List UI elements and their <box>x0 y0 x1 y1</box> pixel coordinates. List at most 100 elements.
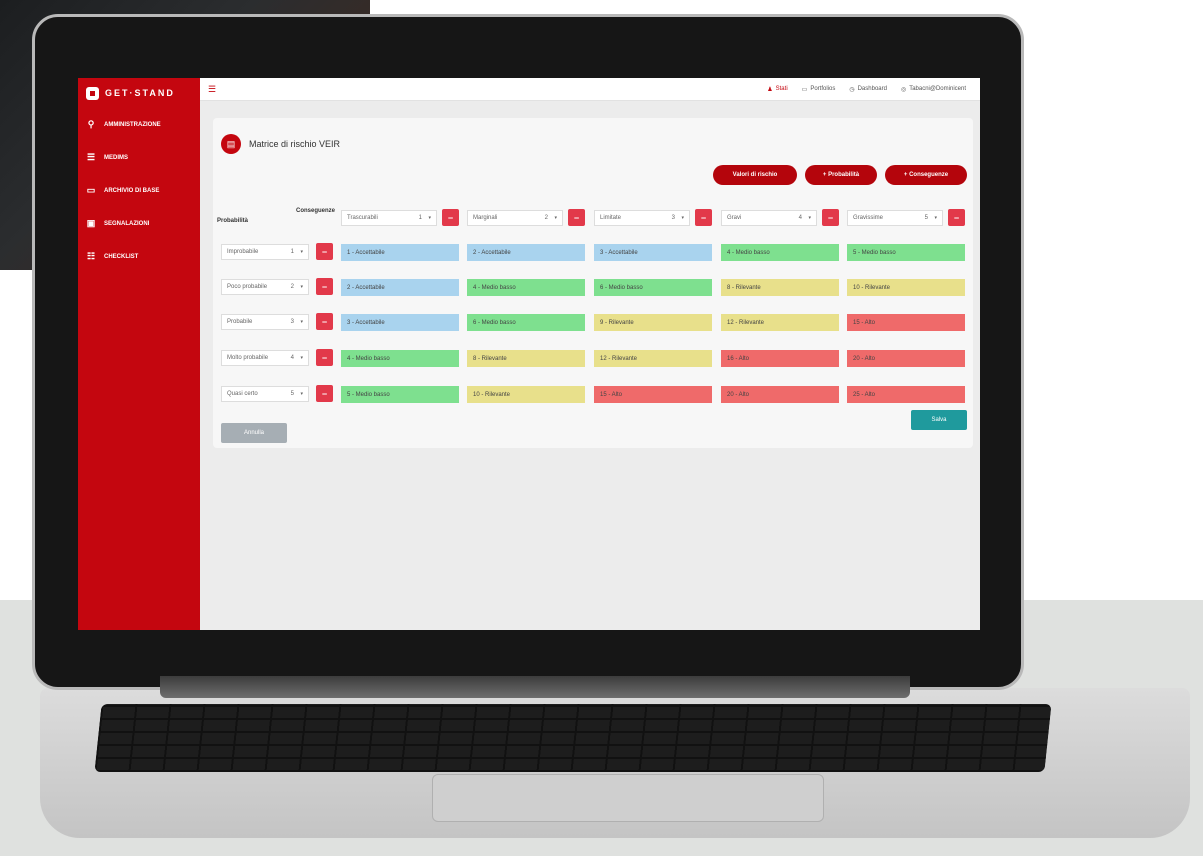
matrix-cell[interactable]: 6 - Medio basso <box>467 314 585 331</box>
probability-select-value: 2 <box>290 284 294 290</box>
matrix-cell[interactable]: 20 - Alto <box>721 386 839 403</box>
consequence-select-label: Gravi <box>727 215 742 221</box>
risk-values-button[interactable]: Valori di rischio <box>713 165 797 185</box>
consequence-select[interactable]: Trascurabili 1 ▾ <box>341 210 437 226</box>
account-icon: ◎ <box>900 86 907 93</box>
matrix-cell[interactable]: 10 - Rilevante <box>847 279 965 296</box>
sidebar-item-label: AMMINISTRAZIONE <box>104 121 161 128</box>
matrix-cell[interactable]: 4 - Medio basso <box>341 350 459 367</box>
chevron-down-icon: ▾ <box>554 215 557 221</box>
remove-consequence-button[interactable]: − <box>568 209 585 226</box>
probability-select[interactable]: Probabile 3 ▾ <box>221 314 309 330</box>
report-icon: ▣ <box>86 218 96 228</box>
chevron-down-icon: ▾ <box>681 215 684 221</box>
matrix-cell[interactable]: 4 - Medio basso <box>721 244 839 261</box>
reset-button[interactable]: Annulla <box>221 423 287 443</box>
brand[interactable]: GET·STAND <box>78 78 200 108</box>
sidebar-item-label: ARCHIVIO DI BASE <box>104 187 160 194</box>
remove-consequence-button[interactable]: − <box>695 209 712 226</box>
matrix-cell[interactable]: 25 - Alto <box>847 386 965 403</box>
remove-probability-button[interactable]: − <box>316 313 333 330</box>
probability-select-label: Poco probabile <box>227 284 268 290</box>
matrix-cell[interactable]: 6 - Medio basso <box>594 279 712 296</box>
matrix-icon: ▤ <box>221 134 241 154</box>
probability-select-label: Molto probabile <box>227 355 269 361</box>
topbar-link-label: Tabacni@Dominicent <box>909 86 966 92</box>
consequence-select-value: 4 <box>798 215 802 221</box>
matrix-cell[interactable]: 8 - Rilevante <box>721 279 839 296</box>
sidebar-item-archivio[interactable]: ▭ ARCHIVIO DI BASE <box>78 174 200 207</box>
probability-select[interactable]: Poco probabile 2 ▾ <box>221 279 309 295</box>
list-icon: ☰ <box>86 152 96 162</box>
probability-select[interactable]: Molto probabile 4 ▾ <box>221 350 309 366</box>
topbar-link-portfolios[interactable]: ▭ Portfolios <box>802 86 836 93</box>
user-icon: ♟ <box>767 86 773 93</box>
matrix-cell[interactable]: 5 - Medio basso <box>847 244 965 261</box>
remove-consequence-button[interactable]: − <box>948 209 965 226</box>
page-title: Matrice di rischio VEIR <box>249 139 341 149</box>
matrix-cell[interactable]: 15 - Alto <box>594 386 712 403</box>
matrix-cell[interactable]: 15 - Alto <box>847 314 965 331</box>
laptop-trackpad <box>432 774 824 822</box>
chevron-down-icon: ▾ <box>808 215 811 221</box>
matrix-cell[interactable]: 5 - Medio basso <box>341 386 459 403</box>
sidebar-item-medims[interactable]: ☰ MEDIMS <box>78 141 200 174</box>
matrix-cell[interactable]: 3 - Accettabile <box>594 244 712 261</box>
consequence-select[interactable]: Limitate 3 ▾ <box>594 210 690 226</box>
matrix-cell[interactable]: 12 - Rilevante <box>594 350 712 367</box>
matrix-cell[interactable]: 2 - Accettabile <box>341 279 459 296</box>
matrix-cell[interactable]: 4 - Medio basso <box>467 279 585 296</box>
topbar-link-stati[interactable]: ♟ Stati <box>767 86 787 93</box>
consequence-select-value: 3 <box>671 215 675 221</box>
sidebar-item-label: MEDIMS <box>104 154 128 161</box>
consequence-select-value: 2 <box>544 215 548 221</box>
probability-select-value: 3 <box>290 319 294 325</box>
consequence-select[interactable]: Gravi 4 ▾ <box>721 210 817 226</box>
matrix-cell[interactable]: 16 - Alto <box>721 350 839 367</box>
consequence-select[interactable]: Gravissime 5 ▾ <box>847 210 943 226</box>
add-consequence-button[interactable]: + Conseguenze <box>885 165 967 185</box>
topbar-link-account[interactable]: ◎ Tabacni@Dominicent <box>901 86 966 93</box>
sidebar-item-checklist[interactable]: ☷ CHECKLIST <box>78 240 200 273</box>
chevron-down-icon: ▾ <box>428 215 431 221</box>
topbar-link-dashboard[interactable]: ◷ Dashboard <box>849 86 887 93</box>
chevron-down-icon: ▾ <box>934 215 937 221</box>
laptop-hinge <box>160 676 910 698</box>
matrix-cell[interactable]: 1 - Accettabile <box>341 244 459 261</box>
matrix-cell[interactable]: 12 - Rilevante <box>721 314 839 331</box>
probability-select-value: 5 <box>290 391 294 397</box>
probability-select[interactable]: Improbabile 1 ▾ <box>221 244 309 260</box>
remove-consequence-button[interactable]: − <box>442 209 459 226</box>
laptop-keyboard <box>94 704 1052 772</box>
probability-select-label: Quasi certo <box>227 391 258 397</box>
consequence-select-value: 1 <box>418 215 422 221</box>
remove-probability-button[interactable]: − <box>316 385 333 402</box>
dashboard-icon: ◷ <box>849 86 855 93</box>
sidebar-item-segnalazioni[interactable]: ▣ SEGNALAZIONI <box>78 207 200 240</box>
matrix-cell[interactable]: 10 - Rilevante <box>467 386 585 403</box>
panel-header: ▤ Matrice di rischio VEIR <box>221 134 340 154</box>
matrix-cell[interactable]: 8 - Rilevante <box>467 350 585 367</box>
remove-probability-button[interactable]: − <box>316 278 333 295</box>
save-button[interactable]: Salva <box>911 410 967 430</box>
sidebar-item-amministrazione[interactable]: ⚲ AMMINISTRAZIONE <box>78 108 200 141</box>
menu-icon[interactable]: ☰ <box>208 84 216 95</box>
probability-select[interactable]: Quasi certo 5 ▾ <box>221 386 309 402</box>
matrix-cell[interactable]: 20 - Alto <box>847 350 965 367</box>
consequence-select[interactable]: Marginali 2 ▾ <box>467 210 563 226</box>
checklist-icon: ☷ <box>86 251 96 261</box>
matrix-cell[interactable]: 3 - Accettabile <box>341 314 459 331</box>
remove-probability-button[interactable]: − <box>316 243 333 260</box>
portfolio-icon: ▭ <box>801 86 808 93</box>
chevron-down-icon: ▾ <box>300 391 303 397</box>
matrix-cell[interactable]: 2 - Accettabile <box>467 244 585 261</box>
chevron-down-icon: ▾ <box>300 249 303 255</box>
remove-probability-button[interactable]: − <box>316 349 333 366</box>
archive-icon: ▭ <box>86 185 96 195</box>
consequences-label: Conseguenze <box>296 208 336 214</box>
matrix-cell[interactable]: 9 - Rilevante <box>594 314 712 331</box>
probability-select-value: 4 <box>290 355 294 361</box>
remove-consequence-button[interactable]: − <box>822 209 839 226</box>
brand-logo-icon <box>86 86 99 100</box>
add-probability-button[interactable]: + Probabilità <box>805 165 877 185</box>
